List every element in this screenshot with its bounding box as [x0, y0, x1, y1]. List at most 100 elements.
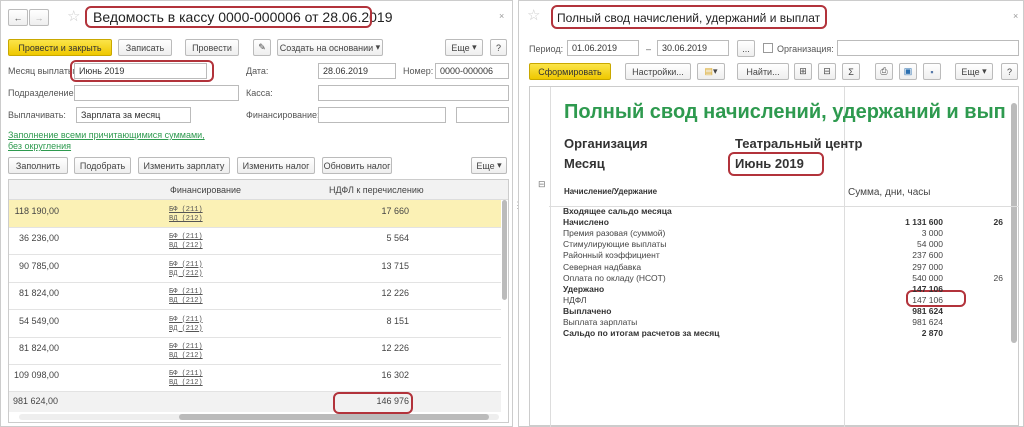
amount-cell: 81 824,00: [18, 288, 59, 299]
variants-button[interactable]: ▤ ▾: [697, 63, 725, 80]
header-ndfl[interactable]: НДФЛ к перечислению: [329, 185, 424, 195]
financing-cell[interactable]: БФ (211) ВД (212): [169, 370, 203, 388]
help-button[interactable]: ?: [1001, 63, 1018, 80]
table-row[interactable]: 109 098,00 БФ (211) ВД (212) 16 302: [9, 364, 501, 393]
report-row: Начислено 1 131 600 26: [563, 217, 1003, 228]
forward-button[interactable]: →: [29, 9, 49, 26]
update-tax-button[interactable]: Обновить налог: [322, 157, 392, 174]
sum-button[interactable]: Σ: [842, 63, 860, 80]
report-row-value: 540 000: [912, 272, 943, 283]
report-row: Входящее сальдо месяца: [563, 206, 1003, 217]
more-button[interactable]: Еще ▾: [445, 39, 483, 56]
table-row[interactable]: 81 824,00 БФ (211) ВД (212) 12 226: [9, 282, 501, 311]
financing-cell[interactable]: БФ (211) ВД (212): [169, 206, 203, 224]
ndfl-cell: 16 302: [381, 370, 409, 381]
table-more-button[interactable]: Еще ▾: [471, 157, 507, 174]
save-report-button[interactable]: ▪: [923, 63, 941, 80]
cash-field[interactable]: [318, 85, 509, 101]
post-button[interactable]: Провести: [185, 39, 239, 56]
attach-button[interactable]: ✎: [253, 39, 271, 56]
save-button[interactable]: Записать: [118, 39, 172, 56]
date-field[interactable]: 28.06.2019: [318, 63, 396, 79]
ndfl-cell: 17 660: [381, 206, 409, 216]
report-row: НДФЛ 147 106: [563, 295, 1003, 306]
header-financing[interactable]: Финансирование: [170, 185, 241, 195]
report-row: Оплата по окладу (НСОТ) 540 000 26: [563, 273, 1003, 284]
table-row[interactable]: 118 190,00 БФ (211) ВД (212) 17 660: [9, 200, 501, 228]
report-row-name: Стимулирующие выплаты: [563, 239, 667, 250]
star-icon[interactable]: ☆: [527, 6, 540, 24]
report-row-name: Начислено: [563, 217, 609, 228]
report-row-value: 981 624: [912, 317, 943, 327]
post-and-close-button[interactable]: Провести и закрыть: [8, 39, 112, 56]
cash-label: Касса:: [246, 88, 273, 98]
report-row-name: Выплачено: [563, 305, 612, 316]
amount-cell: 109 098,00: [13, 370, 59, 381]
report-row-value: 981 624: [912, 305, 943, 316]
department-field[interactable]: [74, 85, 239, 101]
month-label: Месяц выплаты:: [8, 66, 77, 76]
pay-select[interactable]: Зарплата за месяц: [76, 107, 191, 123]
horizontal-scrollbar[interactable]: [19, 414, 499, 420]
report-row-value: 237 600: [912, 250, 943, 261]
fill-mode-link[interactable]: Заполнение всеми причитающимися суммами,…: [8, 130, 218, 152]
generate-button[interactable]: Сформировать: [529, 63, 611, 80]
help-button[interactable]: ?: [490, 39, 507, 56]
period-to-field[interactable]: 30.06.2019: [657, 40, 729, 56]
number-field[interactable]: 0000-000006: [435, 63, 509, 79]
print-button[interactable]: ⎙: [875, 63, 893, 80]
preview-button[interactable]: ▣: [899, 63, 917, 80]
financing-cell[interactable]: БФ (211) ВД (212): [169, 288, 203, 306]
close-icon[interactable]: ×: [499, 11, 504, 21]
table-row[interactable]: 90 785,00 БФ (211) ВД (212) 13 715: [9, 255, 501, 283]
change-salary-button[interactable]: Изменить зарплату: [138, 157, 230, 174]
pick-button[interactable]: Подобрать: [74, 157, 131, 174]
table-header: Финансирование НДФЛ к перечислению: [9, 180, 508, 200]
report-row-name: НДФЛ: [563, 294, 587, 305]
fill-button[interactable]: Заполнить: [8, 157, 68, 174]
payroll-table: Финансирование НДФЛ к перечислению 118 1…: [8, 179, 509, 423]
settings-button[interactable]: Настройки...: [625, 63, 691, 80]
report-row-value: 147 106: [912, 294, 943, 305]
financing-field[interactable]: [318, 107, 446, 123]
find-button[interactable]: Найти...: [737, 63, 789, 80]
collapse-groups-button[interactable]: ⊟: [818, 63, 836, 80]
financing-cell[interactable]: БФ (211) ВД (212): [169, 316, 203, 334]
ndfl-cell: 8 151: [386, 315, 409, 326]
payroll-statement-window: ← → ☆ Ведомость в кассу 0000-000006 от 2…: [0, 0, 513, 427]
table-row[interactable]: 81 824,00 БФ (211) ВД (212) 12 226: [9, 337, 501, 365]
back-button[interactable]: ←: [8, 9, 28, 26]
ndfl-cell: 12 226: [381, 343, 409, 353]
collapse-icon: ⊟: [823, 66, 831, 76]
table-row[interactable]: 54 549,00 БФ (211) ВД (212) 8 151: [9, 310, 501, 338]
period-select-button[interactable]: ...: [737, 40, 755, 57]
collapse-all-icon[interactable]: ⊟: [538, 179, 546, 190]
financing-cell[interactable]: БФ (211) ВД (212): [169, 261, 203, 279]
report-row-value: 297 000: [912, 261, 943, 272]
amount-cell: 90 785,00: [18, 260, 59, 271]
more-button[interactable]: Еще ▾: [955, 63, 993, 80]
table-row[interactable]: 36 236,00 БФ (211) ВД (212) 5 564: [9, 227, 501, 256]
organization-field[interactable]: [837, 40, 1019, 56]
star-icon[interactable]: ☆: [67, 7, 80, 25]
financing-cell[interactable]: БФ (211) ВД (212): [169, 343, 203, 361]
amount-cell: 81 824,00: [18, 343, 59, 353]
vertical-scrollbar[interactable]: [1011, 103, 1017, 343]
organization-checkbox[interactable]: [763, 43, 773, 53]
report-row: Районный коэффициент 237 600: [563, 250, 1003, 261]
period-from-field[interactable]: 01.06.2019: [567, 40, 639, 56]
create-based-button[interactable]: Создать на основании ▾: [277, 39, 383, 56]
vertical-scrollbar[interactable]: [501, 200, 508, 412]
change-tax-button[interactable]: Изменить налог: [237, 157, 315, 174]
report-row-name: Премия разовая (суммой): [563, 228, 666, 239]
expand-groups-button[interactable]: ⊞: [794, 63, 812, 80]
financing-cell[interactable]: БФ (211) ВД (212): [169, 233, 203, 251]
total-amount: 981 624,00: [13, 396, 59, 406]
close-icon[interactable]: ×: [1013, 11, 1018, 21]
report-row: Выплачено 981 624: [563, 306, 1003, 317]
report-row-name: Выплата зарплаты: [563, 317, 638, 327]
report-row-value: 1 131 600: [905, 217, 943, 228]
financing-field-2[interactable]: [456, 107, 509, 123]
report-row: Премия разовая (суммой) 3 000: [563, 228, 1003, 239]
amount-cell: 54 549,00: [18, 315, 59, 326]
